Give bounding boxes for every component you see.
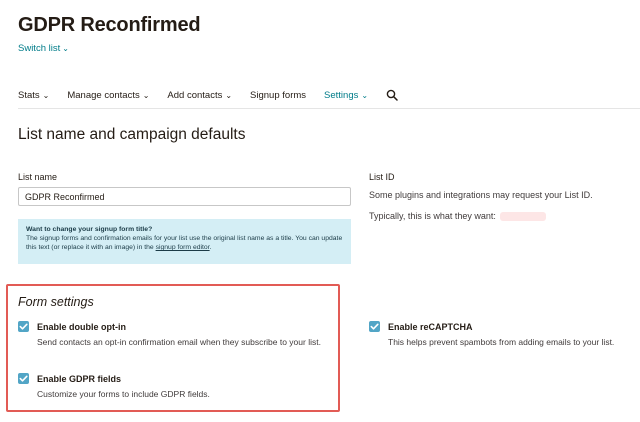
nav-item-label: Manage contacts <box>67 89 140 101</box>
form-settings-title: Form settings <box>18 295 94 309</box>
nav-divider <box>18 108 640 109</box>
list-id-description: Some plugins and integrations may reques… <box>369 190 593 200</box>
recaptcha-description: This helps prevent spambots from adding … <box>388 337 615 347</box>
list-id-label: List ID <box>369 172 395 182</box>
nav-item-label: Settings <box>324 89 359 101</box>
nav-item-settings[interactable]: Settings ⌄ <box>324 90 368 101</box>
section-title: List name and campaign defaults <box>18 126 246 143</box>
list-id-hint-text: Typically, this is what they want: <box>369 211 496 221</box>
nav-item-stats[interactable]: Stats ⌄ <box>18 90 49 101</box>
double-optin-description: Send contacts an opt-in confirmation ema… <box>37 337 321 347</box>
nav-item-label: Stats <box>18 89 40 101</box>
info-tail: . <box>209 243 212 251</box>
redacted-list-id <box>499 212 546 222</box>
list-nav: Stats ⌄ Manage contacts ⌄ Add contacts ⌄ Si… <box>18 89 398 101</box>
page-title: GDPR Reconfirmed <box>18 14 201 36</box>
nav-item-manage-contacts[interactable]: Manage contacts ⌄ <box>67 90 149 101</box>
checkmark-icon <box>19 375 28 382</box>
info-box: Want to change your signup form title? T… <box>18 219 351 264</box>
checkmark-icon <box>370 323 379 330</box>
nav-item-label: Signup forms <box>250 89 307 101</box>
recaptcha-label[interactable]: Enable reCAPTCHA <box>388 322 473 332</box>
list-name-input[interactable] <box>18 187 351 206</box>
double-optin-checkbox[interactable] <box>18 321 29 332</box>
nav-item-label: Add contacts <box>167 89 223 101</box>
chevron-down-icon: ⌄ <box>225 90 233 100</box>
info-title: Want to change your signup form title? <box>26 226 153 233</box>
info-body: The signup forms and confirmation emails… <box>26 235 343 253</box>
gdpr-fields-checkbox[interactable] <box>18 373 29 384</box>
list-id-hint: Typically, this is what they want: <box>369 211 546 222</box>
chevron-down-icon: ⌄ <box>42 90 50 100</box>
nav-item-signup-forms[interactable]: Signup forms <box>250 90 306 101</box>
double-optin-label[interactable]: Enable double opt-in <box>37 322 126 332</box>
chevron-down-icon: ⌄ <box>142 90 150 100</box>
chevron-down-icon: ⌄ <box>361 90 369 100</box>
gdpr-fields-label[interactable]: Enable GDPR fields <box>37 374 121 384</box>
switch-list-label: Switch list <box>18 43 61 54</box>
chevron-down-icon: ⌄ <box>62 44 69 53</box>
nav-item-add-contacts[interactable]: Add contacts ⌄ <box>167 90 232 101</box>
search-icon[interactable] <box>386 89 398 101</box>
checkmark-icon <box>19 323 28 330</box>
signup-form-editor-link[interactable]: signup form editor <box>156 244 210 251</box>
switch-list-dropdown[interactable]: Switch list ⌄ <box>18 43 69 54</box>
gdpr-fields-description: Customize your forms to include GDPR fie… <box>37 389 210 399</box>
list-name-label: List name <box>18 172 58 182</box>
recaptcha-checkbox[interactable] <box>369 321 380 332</box>
